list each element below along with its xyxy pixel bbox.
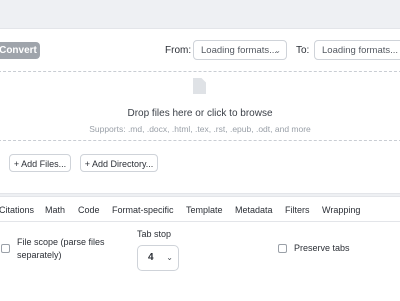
tab-stop-label: Tab stop: [137, 228, 171, 241]
preserve-tabs-checkbox[interactable]: [278, 244, 287, 253]
tab-filters[interactable]: Filters: [285, 205, 310, 215]
tab-stop-value: 4: [148, 252, 154, 263]
to-format-value: Loading formats...: [322, 45, 398, 56]
tab-wrapping[interactable]: Wrapping: [322, 205, 360, 215]
file-scope-label: File scope (parse files separately): [17, 236, 112, 262]
tab-template[interactable]: Template: [186, 205, 223, 215]
file-scope-checkbox[interactable]: [1, 244, 10, 253]
tab-math[interactable]: Math: [45, 205, 65, 215]
tab-citations[interactable]: Citations: [0, 205, 34, 215]
dropzone-supported-formats: Supports: .md, .docx, .html, .tex, .rst,…: [0, 124, 400, 134]
tab-format-specific[interactable]: Format-specific: [112, 205, 174, 215]
convert-button[interactable]: Convert: [0, 42, 40, 59]
chevron-down-icon: ⌄: [274, 41, 281, 60]
to-label: To:: [296, 45, 309, 56]
from-format-select[interactable]: Loading formats... ⌄: [193, 40, 287, 60]
tab-code[interactable]: Code: [78, 205, 100, 215]
preserve-tabs-label: Preserve tabs: [294, 242, 350, 255]
add-directory-button[interactable]: + Add Directory...: [80, 154, 158, 172]
add-files-button[interactable]: + Add Files...: [9, 154, 71, 172]
tab-stop-select[interactable]: 4 ⌄: [137, 245, 179, 271]
from-label: From:: [165, 45, 191, 56]
tab-metadata[interactable]: Metadata: [235, 205, 273, 215]
chevron-down-icon: ⌄: [166, 253, 173, 262]
from-format-value: Loading formats...: [201, 45, 277, 56]
dropzone-title: Drop files here or click to browse: [0, 108, 400, 119]
tabs-divider: [0, 221, 400, 222]
to-format-select[interactable]: Loading formats...: [314, 40, 400, 60]
